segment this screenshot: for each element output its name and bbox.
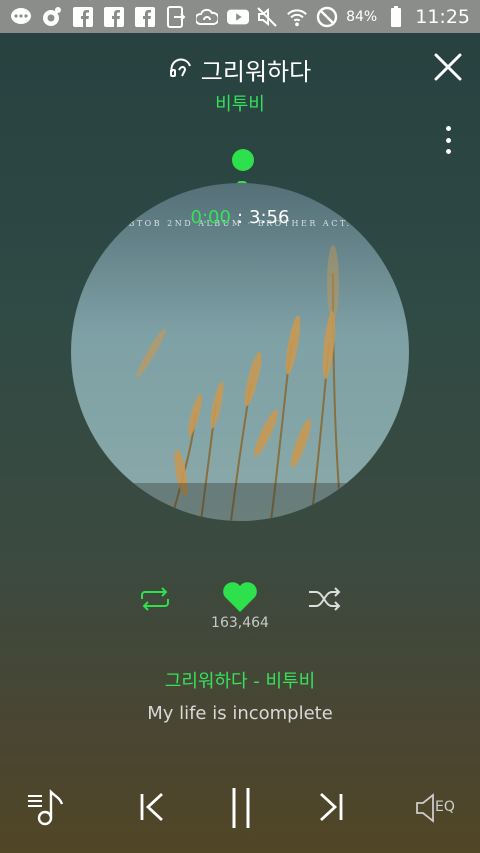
album-art: BTOB 2ND ALBUM · BROTHER ACT. <box>71 183 409 521</box>
playlist-icon <box>28 789 64 826</box>
pause-button[interactable] <box>224 784 258 832</box>
previous-icon <box>140 792 163 822</box>
progress-knob[interactable] <box>232 149 254 171</box>
battery-percent: 84% <box>346 8 378 25</box>
repeat-icon <box>141 587 169 611</box>
notification-icons <box>0 5 249 28</box>
next-icon <box>320 792 343 822</box>
album-cover-image <box>71 183 409 521</box>
shuffle-icon <box>309 587 341 611</box>
close-button[interactable] <box>433 52 463 82</box>
more-dot <box>445 126 451 131</box>
equalizer-button[interactable]: EQ <box>415 790 459 826</box>
battery-icon <box>385 5 407 28</box>
shuffle-button[interactable] <box>307 586 343 612</box>
wifi-icon <box>286 6 308 28</box>
close-icon <box>434 53 462 81</box>
facebook-icon <box>134 6 156 28</box>
speaker-icon <box>416 793 434 823</box>
heart-icon <box>223 582 257 612</box>
facebook-icon <box>72 6 94 28</box>
status-bar: 84% 11:25 <box>0 0 480 33</box>
mute-icon <box>256 6 278 28</box>
like-button[interactable] <box>222 580 258 614</box>
action-row <box>0 580 480 620</box>
more-dot <box>445 137 451 143</box>
phone-transfer-icon <box>165 5 187 28</box>
previous-button[interactable] <box>136 790 170 824</box>
time-separator: : <box>236 207 244 228</box>
song-title-header: 그리워하다 <box>0 52 480 87</box>
playback-controls: EQ <box>0 780 480 840</box>
system-status: 84% 11:25 <box>256 0 470 33</box>
more-options-button[interactable] <box>440 126 456 154</box>
playlist-button[interactable] <box>26 786 68 826</box>
repeat-button[interactable] <box>138 586 172 612</box>
more-dot <box>445 149 451 154</box>
music-app-icon <box>41 6 63 28</box>
total-time: 3:56 <box>249 207 290 228</box>
eq-label: EQ <box>435 799 455 815</box>
no-disturb-icon <box>316 6 338 28</box>
cloud-icon <box>196 6 218 28</box>
current-time: 0:00 <box>190 207 231 228</box>
clock: 11:25 <box>415 5 470 28</box>
now-playing-title: 그리워하다 - 비투비 <box>164 671 316 692</box>
next-button[interactable] <box>313 790 347 824</box>
page-title: 그리워하다 <box>200 58 312 86</box>
like-count: 163,464 <box>211 615 269 631</box>
lyric-line[interactable]: My life is incomplete <box>0 703 480 724</box>
playback-time: 0:00 : 3:56 <box>0 207 480 228</box>
chat-bubble-icon <box>10 6 32 28</box>
pause-icon <box>232 788 250 828</box>
artist-name[interactable]: 비투비 <box>0 90 480 116</box>
youtube-icon <box>227 6 249 28</box>
headphone-icon <box>169 56 193 84</box>
facebook-icon <box>103 6 125 28</box>
